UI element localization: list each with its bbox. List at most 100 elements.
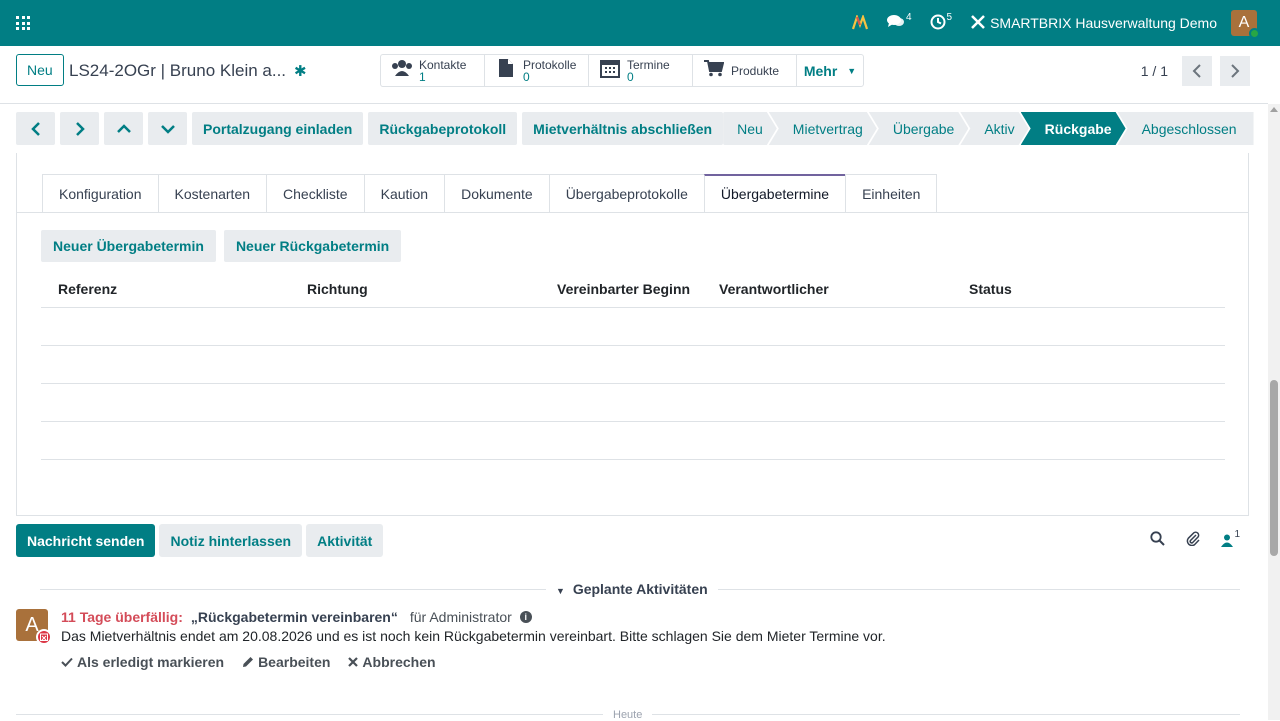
close-tenancy-button[interactable]: Mietverhältnis abschließen xyxy=(522,112,724,145)
tools-icon xyxy=(970,14,986,33)
appointments-smart-button[interactable]: Termine 0 xyxy=(589,55,693,86)
more-label: Mehr xyxy=(803,62,838,79)
protocols-smart-button[interactable]: Protokolle 0 xyxy=(485,55,589,86)
stage-aktiv[interactable]: Aktiv xyxy=(960,112,1028,145)
tab-kostenarten[interactable]: Kostenarten xyxy=(157,174,267,213)
log-note-button[interactable]: Notiz hinterlassen xyxy=(159,524,303,557)
new-record-button[interactable]: Neu xyxy=(16,54,64,86)
company-switcher[interactable]: SMARTBRIX Hausverwaltung Demo A xyxy=(961,0,1266,46)
smart-buttons: Kontakte 1 Protokolle 0 Termine 0 Produkte … xyxy=(380,54,864,87)
online-status-indicator xyxy=(1249,28,1260,39)
clock-icon xyxy=(930,14,946,33)
info-icon[interactable]: i xyxy=(519,611,532,623)
apps-menu-icon[interactable] xyxy=(16,16,30,30)
column-referenz[interactable]: Referenz xyxy=(58,281,117,297)
next-record-button[interactable] xyxy=(60,112,99,145)
paperclip-icon[interactable] xyxy=(1185,530,1201,551)
new-return-appointment-button[interactable]: Neuer Rückgabetermin xyxy=(223,230,402,262)
pager-next-button[interactable] xyxy=(1220,56,1250,86)
previous-record-button[interactable] xyxy=(16,112,55,145)
pager-value[interactable]: 1 / 1 xyxy=(1141,63,1168,79)
stage-rueckgabe[interactable]: Rückgabe xyxy=(1021,112,1126,145)
stage-uebergabe[interactable]: Übergabe xyxy=(869,112,969,145)
table-row xyxy=(41,384,1225,422)
cancel-activity-button[interactable]: Abbrechen xyxy=(348,654,436,670)
column-richtung[interactable]: Richtung xyxy=(307,281,368,297)
table-header: Referenz Richtung Vereinbarter Beginn Ve… xyxy=(41,271,1225,308)
pager-previous-button[interactable] xyxy=(1182,56,1212,86)
chevron-down-icon xyxy=(160,124,175,134)
user-icon xyxy=(1221,534,1234,547)
tabs-divider xyxy=(17,212,1248,213)
activity-assignee: für Administrator xyxy=(409,609,512,625)
form-sheet: Konfiguration Kostenarten Checkliste Kau… xyxy=(16,153,1249,516)
column-status[interactable]: Status xyxy=(969,281,1012,297)
cancel-activity-label: Abbrechen xyxy=(362,654,436,670)
planned-activities-toggle[interactable]: ▼ Geplante Aktivitäten xyxy=(546,581,718,597)
activities-button[interactable]: 5 xyxy=(921,0,962,46)
company-name: SMARTBRIX Hausverwaltung Demo xyxy=(990,15,1217,31)
followers-button[interactable]: 1 xyxy=(1221,529,1240,547)
return-protocol-button[interactable]: Rückgabeprotokoll xyxy=(368,112,518,145)
edit-activity-button[interactable]: Bearbeiten xyxy=(242,654,330,670)
activities-count: 5 xyxy=(946,11,953,23)
move-down-button[interactable] xyxy=(148,112,187,145)
invite-portal-button[interactable]: Portalzugang einladen xyxy=(192,112,364,145)
protocols-count: 0 xyxy=(523,69,530,84)
chatter-buttons: Nachricht senden Notiz hinterlassen Akti… xyxy=(16,524,384,557)
breadcrumb: LS24-2OGr | Bruno Klein a... ✱ xyxy=(69,61,307,81)
tab-checkliste[interactable]: Checkliste xyxy=(266,174,364,213)
appointments-count: 0 xyxy=(627,69,634,84)
control-panel: Neu LS24-2OGr | Bruno Klein a... ✱ Konta… xyxy=(0,46,1268,104)
chevron-up-icon xyxy=(116,123,131,133)
tab-konfiguration[interactable]: Konfiguration xyxy=(42,174,158,213)
scroll-up-arrow-icon[interactable] xyxy=(1270,107,1278,112)
table-row xyxy=(41,308,1225,346)
contacts-smart-button[interactable]: Kontakte 1 xyxy=(381,55,485,86)
activity-summary: „Rückgabetermin vereinbaren“ xyxy=(190,609,398,625)
send-message-button[interactable]: Nachricht senden xyxy=(16,524,156,557)
chevron-right-icon xyxy=(75,121,85,136)
users-icon xyxy=(391,59,413,82)
search-icon[interactable] xyxy=(1150,530,1166,551)
top-navbar: 4 5 SMARTBRIX Hausverwaltung Demo A xyxy=(0,0,1280,46)
move-up-button[interactable] xyxy=(104,112,143,145)
schedule-activity-button[interactable]: Aktivität xyxy=(306,524,384,557)
caret-down-icon: ▼ xyxy=(847,65,857,76)
chatter-tools: 1 xyxy=(1150,529,1240,551)
mark-done-label: Als erledigt markieren xyxy=(77,654,225,670)
today-label: Heute xyxy=(603,709,653,721)
tab-uebergabetermine[interactable]: Übergabetermine xyxy=(703,174,846,213)
messages-button[interactable]: 4 xyxy=(878,0,921,46)
products-label: Produkte xyxy=(731,63,780,78)
pencil-icon xyxy=(243,657,254,667)
gear-icon[interactable]: ✱ xyxy=(294,62,307,80)
new-handover-appointment-button[interactable]: Neuer Übergabetermin xyxy=(41,230,216,262)
record-title: LS24-2OGr | Bruno Klein a... xyxy=(69,61,287,80)
contacts-count: 1 xyxy=(419,69,426,84)
more-dropdown[interactable]: Mehr ▼ xyxy=(797,55,863,86)
activity-note: Das Mietverhältnis endet am 20.08.2026 u… xyxy=(61,628,886,644)
tab-kaution[interactable]: Kaution xyxy=(363,174,445,213)
activity-header: 11 Tage überfällig: „Rückgabetermin vere… xyxy=(61,609,532,625)
mark-done-button[interactable]: Als erledigt markieren xyxy=(61,654,224,670)
messages-count: 4 xyxy=(905,11,912,23)
notebook-tabs: Konfiguration Kostenarten Checkliste Kau… xyxy=(42,174,938,213)
tab-einheiten[interactable]: Einheiten xyxy=(845,174,938,213)
user-avatar[interactable]: A xyxy=(1231,10,1260,39)
stage-neu[interactable]: Neu xyxy=(723,112,777,145)
pager: 1 / 1 xyxy=(1141,56,1250,86)
stage-pipeline: Neu Mietvertrag Übergabe Aktiv Rückgabe … xyxy=(723,112,1254,145)
debug-icon[interactable] xyxy=(842,0,878,46)
tab-uebergabeprotokolle[interactable]: Übergabeprotokolle xyxy=(548,174,704,213)
column-vereinbarter-beginn[interactable]: Vereinbarter Beginn xyxy=(557,281,690,297)
tab-dokumente[interactable]: Dokumente xyxy=(444,174,549,213)
products-smart-button[interactable]: Produkte xyxy=(693,55,797,86)
column-verantwortlicher[interactable]: Verantwortlicher xyxy=(719,281,829,297)
user-initial: A xyxy=(1238,14,1250,31)
table-row xyxy=(41,422,1225,460)
stage-mietvertrag[interactable]: Mietvertrag xyxy=(769,112,877,145)
stage-abgeschlossen[interactable]: Abgeschlossen xyxy=(1117,112,1254,145)
followers-count: 1 xyxy=(1234,529,1240,540)
scrollbar-thumb[interactable] xyxy=(1270,380,1278,556)
